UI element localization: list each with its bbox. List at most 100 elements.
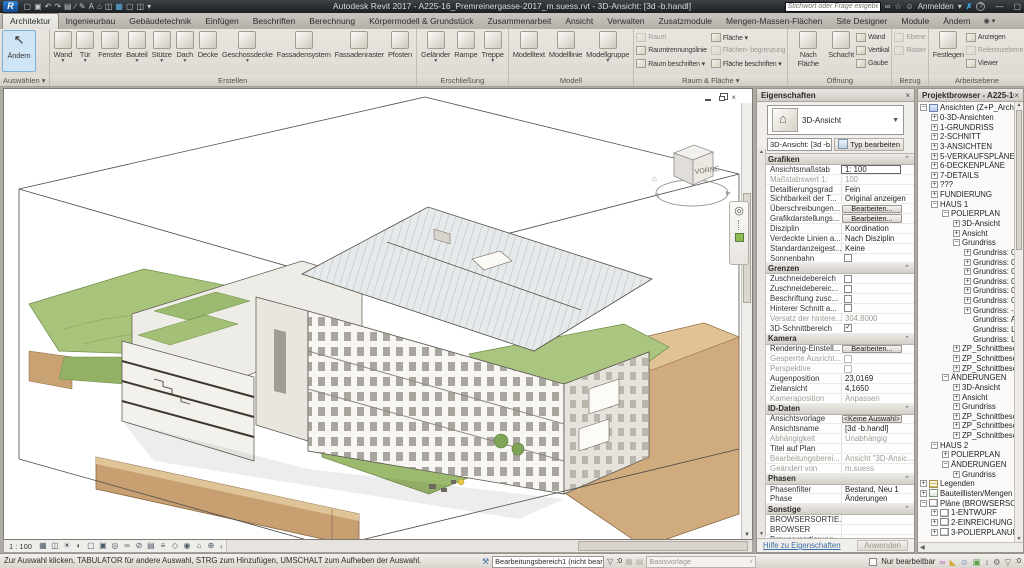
tree-item[interactable]: + Ansicht xyxy=(918,228,1023,238)
tree-item-label[interactable]: Pläne (BROWSERSORTIERUN xyxy=(940,499,1023,508)
ribbon-small-item[interactable]: Anzeigen xyxy=(966,31,1023,44)
tree-item[interactable]: + 3D-Ansicht xyxy=(918,219,1023,229)
ribbon-button[interactable]: Treppe ▼ xyxy=(479,30,505,64)
qat-icon[interactable]: ▢ xyxy=(24,1,32,12)
tree-item[interactable]: + POLIERPLAN xyxy=(918,450,1023,460)
active-workset-dropdown[interactable]: Bearbeitungsbereich1 (nicht bearb xyxy=(492,556,604,568)
tree-item-label[interactable]: Legenden xyxy=(940,479,975,488)
tree-item[interactable]: Grundriss: Liftschacht xyxy=(918,334,1023,344)
selection-filter-icon[interactable]: ▽ xyxy=(1005,556,1012,568)
tree-item-label[interactable]: 3-ANSICHTEN xyxy=(940,142,992,151)
view-control-icon[interactable]: ◇ xyxy=(169,541,180,551)
qat-icon[interactable]: ↷ xyxy=(54,1,61,12)
properties-help-link[interactable]: Hilfe zu Eigenschaften xyxy=(763,541,841,550)
ribbon-display-toggle-icon[interactable]: ◉ ▾ xyxy=(978,14,1002,29)
expand-toggle-icon[interactable]: + xyxy=(953,394,960,401)
zoom-tool-icon[interactable] xyxy=(735,233,744,242)
ribbon-small-item[interactable]: Raumtrennungslinie xyxy=(636,44,707,57)
property-row[interactable]: Ansichtsname [3d -b.handl] xyxy=(765,424,914,434)
expand-toggle-icon[interactable]: + xyxy=(931,181,938,188)
expand-toggle-icon[interactable]: + xyxy=(953,365,960,372)
tree-item[interactable]: + 1-GRUNDRISS xyxy=(918,122,1023,132)
property-value[interactable] xyxy=(844,304,852,312)
tree-item[interactable]: + 3-ANSICHTEN xyxy=(918,142,1023,152)
qat-icon[interactable]: ▢ xyxy=(126,1,134,12)
scroll-left-icon[interactable]: ‹ xyxy=(217,542,226,551)
ribbon-tab[interactable]: Architektur xyxy=(2,13,59,29)
user-icon[interactable]: ☺ xyxy=(906,2,914,11)
tree-item[interactable]: + Ansicht xyxy=(918,392,1023,402)
expand-toggle-icon[interactable]: + xyxy=(953,384,960,391)
ribbon-small-item[interactable]: Referenzebene xyxy=(966,44,1023,57)
property-row[interactable]: Ansichtsmaßstab 1: 100 xyxy=(765,165,914,175)
view-control-icon[interactable]: ▢ xyxy=(85,541,96,551)
tree-item[interactable]: + Bauteillisten/Mengen xyxy=(918,489,1023,499)
property-value[interactable]: 4,1650 xyxy=(841,384,914,393)
expand-toggle-icon[interactable]: + xyxy=(931,124,938,131)
application-menu-button[interactable]: R xyxy=(3,1,18,12)
view-control-icon[interactable]: ◎ xyxy=(109,541,120,551)
property-row[interactable]: Bearbeitungsberei... Ansicht "3D-Ansic..… xyxy=(765,454,914,464)
property-row[interactable]: Perspektive xyxy=(765,364,914,374)
tree-item[interactable]: + FUNDIERUNG xyxy=(918,190,1023,200)
project-browser-header[interactable]: Projektbrowser - A225-16_Premreine × xyxy=(918,89,1023,102)
ribbon-small-item[interactable]: Raum beschriften ▾ xyxy=(636,57,707,70)
property-row[interactable]: Grafikdarstellungs... Bearbeiten... xyxy=(765,214,914,224)
tree-item-label[interactable]: Ansichten (Z+P_Architektur xyxy=(940,103,1023,112)
qat-icon[interactable]: ⌂ xyxy=(97,1,102,12)
panel-label-raum-flaeche[interactable]: Raum & Fläche ▾ xyxy=(634,75,787,86)
expand-toggle-icon[interactable]: + xyxy=(953,432,960,439)
view-minimize-icon[interactable] xyxy=(705,94,711,101)
tree-item[interactable]: + ZP_Schnittbeschriftung xyxy=(918,431,1023,441)
property-value[interactable] xyxy=(844,275,852,283)
modify-button[interactable]: ↖ Ändern xyxy=(2,30,36,72)
expand-toggle-icon[interactable]: + xyxy=(920,480,927,487)
expand-toggle-icon[interactable]: − xyxy=(920,104,927,111)
property-row[interactable]: Abhängigkeit Unabhängig xyxy=(765,434,914,444)
ribbon-tab[interactable]: Module xyxy=(894,14,936,29)
tree-item[interactable]: + Grundriss xyxy=(918,402,1023,412)
tree-item-label[interactable]: Grundriss xyxy=(962,470,996,479)
properties-header[interactable]: Eigenschaften × xyxy=(757,89,914,102)
expand-toggle-icon[interactable]: + xyxy=(964,268,971,275)
property-row[interactable]: BROWSERSORTIE... xyxy=(765,515,914,525)
view-close-icon[interactable]: × xyxy=(731,93,736,102)
property-value[interactable]: Bearbeiten... xyxy=(842,205,902,214)
ribbon-small-item[interactable]: Fläche ▾ xyxy=(711,31,785,44)
property-value[interactable]: Anpassen xyxy=(841,394,914,403)
ribbon-button[interactable]: Fenster ▼ xyxy=(96,30,124,60)
ribbon-tab[interactable]: Gebäudetechnik xyxy=(122,14,198,29)
qat-icon[interactable]: ✎ xyxy=(79,1,86,12)
scroll-left-icon[interactable]: ◀ xyxy=(920,544,925,551)
workset-filter-icon[interactable]: ▽ xyxy=(607,557,613,566)
property-value[interactable]: [3d -b.handl] xyxy=(841,424,914,433)
ribbon-small-item[interactable]: Flächen- begrenzung xyxy=(711,44,785,57)
property-value[interactable]: Original anzeigen xyxy=(841,195,914,204)
property-value[interactable]: Fein xyxy=(841,185,914,194)
property-row[interactable]: Beschriftung zusc... xyxy=(765,294,914,304)
tree-item-label[interactable]: Grundriss xyxy=(962,402,996,411)
property-value[interactable]: Ansicht "3D-Ansic... xyxy=(841,454,914,463)
tree-item[interactable]: + 1-ENTWURF xyxy=(918,508,1023,518)
ribbon-tab[interactable]: Ändern xyxy=(936,14,977,29)
canvas-horizontal-scrollbar[interactable] xyxy=(226,540,752,552)
view-control-icon[interactable]: ∞ xyxy=(121,541,132,551)
tree-item-label[interactable]: ÄNDERUNGEN xyxy=(951,460,1006,469)
ribbon-button[interactable]: Decke ▼ xyxy=(196,30,220,60)
tree-item[interactable]: − HAUS 2 xyxy=(918,440,1023,450)
property-row[interactable]: Augenposition 23,0169 xyxy=(765,374,914,384)
property-row[interactable]: Kameraposition Anpassen xyxy=(765,394,914,404)
property-value[interactable] xyxy=(844,295,852,303)
property-value[interactable] xyxy=(844,365,852,373)
property-row[interactable]: Titel auf Plan xyxy=(765,444,914,454)
apply-button[interactable]: Anwenden xyxy=(857,540,908,551)
expand-toggle-icon[interactable]: + xyxy=(964,287,971,294)
ribbon-small-item[interactable]: Viewer xyxy=(966,57,1023,70)
expand-toggle-icon[interactable]: + xyxy=(931,172,938,179)
property-row[interactable]: Grafiken xyxy=(765,154,914,165)
expand-toggle-icon[interactable]: + xyxy=(953,413,960,420)
property-row[interactable]: Rendering-Einstell... Bearbeiten... xyxy=(765,345,914,355)
help-search-input[interactable] xyxy=(785,2,881,12)
property-value[interactable] xyxy=(844,355,852,363)
ribbon-small-item[interactable]: Fläche beschriften ▾ xyxy=(711,57,785,70)
